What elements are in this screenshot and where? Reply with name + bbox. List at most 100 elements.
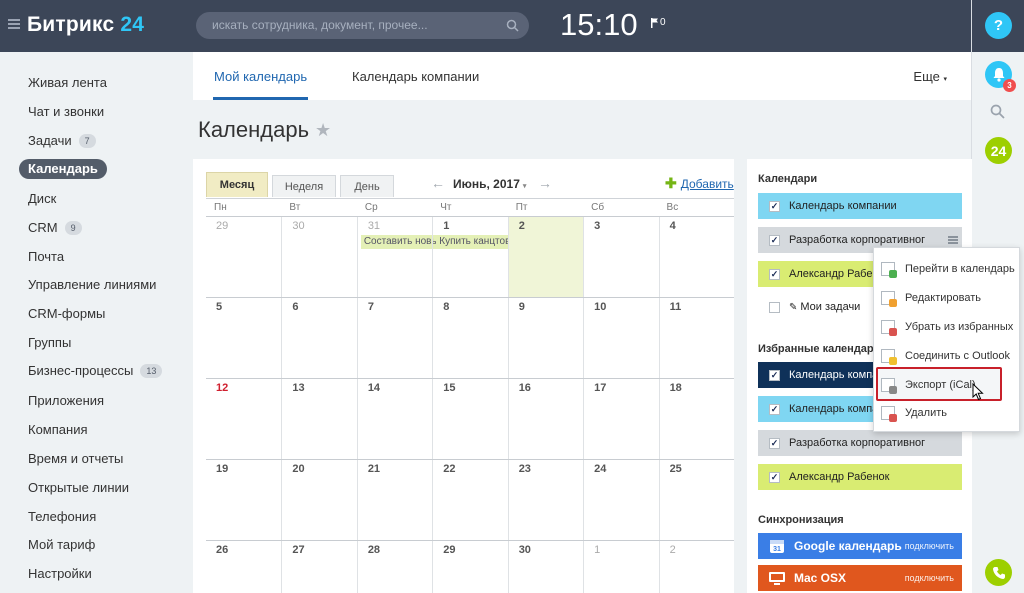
notifications-button[interactable]: 3 [985,61,1016,92]
day-cell[interactable]: 22 [432,460,507,540]
star-icon[interactable]: ★ [315,118,331,142]
sidebar-item-16[interactable]: Телефония [28,507,96,527]
day-cell[interactable]: 30 [281,217,356,297]
connect-link[interactable]: подключить [905,541,954,551]
period-selector[interactable]: Июнь, 2017 ▾ [453,177,526,191]
logo[interactable]: Битрикс 24 [27,13,144,37]
day-cell[interactable]: 19 [206,460,281,540]
day-cell[interactable]: 15 [432,379,507,459]
view-tab-week[interactable]: Неделя [272,175,336,197]
sidebar-item-13[interactable]: Компания [28,420,88,440]
tab-my-calendar[interactable]: Мой календарь [214,69,307,85]
sidebar-item-8[interactable]: Управление линиями [28,275,156,295]
day-cell[interactable]: 23 [507,460,583,540]
day-cell[interactable]: 24 [583,460,658,540]
connect-link[interactable]: подключить [905,573,954,583]
day-cell[interactable]: 12 [206,379,281,459]
day-cell[interactable]: 3 [583,217,658,297]
next-month-arrow-icon[interactable]: → [538,175,552,191]
bitrix24-button[interactable]: 24 [985,137,1012,164]
day-cell[interactable]: 9 [507,298,583,378]
prev-month-arrow-icon[interactable]: ← [431,175,445,191]
day-cell[interactable]: 31 Составить новый [356,217,437,297]
day-cell[interactable]: 18 [658,379,734,459]
day-cell[interactable]: 26 [206,541,281,593]
sidebar-item-1[interactable]: Живая лента [28,73,107,93]
sidebar-item-2[interactable]: Чат и звонки [28,102,104,122]
checkbox[interactable]: ✓ [769,268,780,280]
sidebar-item-9[interactable]: CRM-формы [28,304,105,324]
checkbox[interactable]: ✓ [769,403,780,415]
day-cell[interactable]: 30 [507,541,583,593]
day-cell[interactable]: 2 [658,541,734,593]
more-menu[interactable]: Еще ▾ [913,69,947,88]
search-input[interactable]: искать сотрудника, документ, прочее... [196,12,529,39]
sidebar-item-17[interactable]: Мой тариф [28,535,95,555]
day-cell[interactable]: 2 [507,217,584,297]
day-cell[interactable]: 13 [281,379,356,459]
day-cell[interactable]: 1 Купить канцтовар [432,217,513,297]
day-cell[interactable]: 8 [432,298,507,378]
day-cell[interactable]: 21 [356,460,432,540]
view-tab-day[interactable]: День [340,175,394,197]
context-menu-item[interactable]: Перейти в календарь [881,260,1015,278]
checkbox[interactable]: ✓ [769,369,780,381]
sidebar-item-11[interactable]: Бизнес-процессы 13 [28,361,163,381]
add-event-button[interactable]: ✚ Добавить [665,175,734,192]
checkbox[interactable]: ✓ [769,437,780,449]
calendar-row[interactable]: ✓ Календарь компании [758,193,962,219]
checkbox[interactable]: ✓ [769,200,780,212]
day-cell[interactable]: 29 [206,217,281,297]
day-cell[interactable]: 25 [658,460,734,540]
context-menu-item[interactable]: Удалить [881,404,947,422]
search-icon[interactable] [990,104,1005,119]
calendar-row[interactable]: ✓ Разработка корпоративног [758,430,962,456]
sidebar-item-3[interactable]: Задачи 7 [28,131,96,151]
sidebar-item-14[interactable]: Время и отчеты [28,449,123,469]
sidebar-item-5[interactable]: Диск [28,189,56,209]
sync-row[interactable]: Mac OSX подключить [758,565,962,591]
day-cell[interactable]: 5 [206,298,281,378]
day-cell[interactable]: 10 [583,298,658,378]
day-cell[interactable]: 29 [432,541,507,593]
sidebar-item-12[interactable]: Приложения [28,391,104,411]
context-menu-item[interactable]: Редактировать [881,289,981,307]
sync-row[interactable]: 31 Google календарь подключить [758,533,962,559]
context-menu-item[interactable]: Экспорт (iCal) [881,376,976,394]
day-cell[interactable]: 11 [658,298,734,378]
sidebar-item-7[interactable]: Почта [28,247,64,267]
phone-button[interactable] [985,559,1012,586]
day-cell[interactable]: 4 [658,217,734,297]
day-cell[interactable]: 1 [583,541,658,593]
sidebar-item-15[interactable]: Открытые линии [28,478,129,498]
calendar-menu-icon[interactable] [948,236,958,244]
calendar-row[interactable]: ✓ Александр Рабенок [758,464,962,490]
day-cell[interactable]: 20 [281,460,356,540]
sidebar-item-18[interactable]: Настройки [28,564,92,584]
day-cell[interactable]: 7 [356,298,432,378]
sidebar-item-6[interactable]: CRM 9 [28,218,82,238]
context-menu-item[interactable]: Убрать из избранных [881,318,1013,336]
checkbox[interactable] [769,301,780,313]
search-icon[interactable] [506,19,519,32]
day-cell[interactable]: 16 [507,379,583,459]
day-cell[interactable]: 14 [356,379,432,459]
flag-counter[interactable]: 0 [651,18,666,28]
day-number: 26 [216,544,229,556]
day-cell[interactable]: 17 [583,379,658,459]
tab-company-calendar[interactable]: Календарь компании [352,69,479,85]
checkbox[interactable]: ✓ [769,471,780,483]
context-menu-item[interactable]: Соединить с Outlook [881,347,1010,365]
menu-toggle-icon[interactable] [8,19,20,30]
view-tab-month[interactable]: Месяц [206,172,268,197]
day-cell[interactable]: 28 [356,541,432,593]
help-button[interactable]: ? [985,12,1012,39]
sidebar-item-4[interactable]: Календарь [19,159,107,179]
calendar-event[interactable]: Составить новый [360,235,437,249]
left-menu: Живая лента Чат и звонки Задачи 7 Календарь Д… [0,52,193,593]
checkbox[interactable]: ✓ [769,234,780,246]
day-cell[interactable]: 27 [281,541,356,593]
day-cell[interactable]: 6 [281,298,356,378]
sidebar-item-10[interactable]: Группы [28,333,71,353]
calendar-event[interactable]: Купить канцтовар [436,235,513,249]
